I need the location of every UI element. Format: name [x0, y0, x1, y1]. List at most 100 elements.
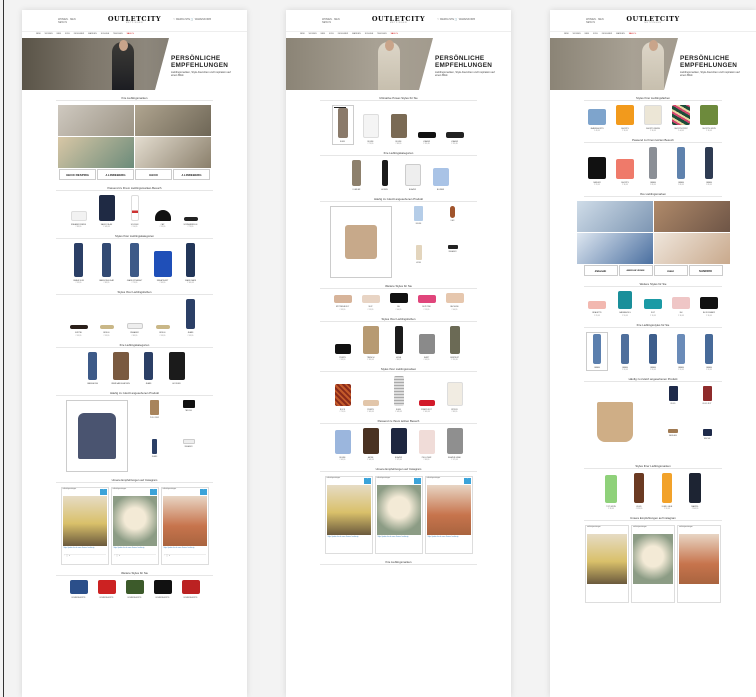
product-card[interactable]: SHIRT € 49,95 [416, 333, 438, 361]
related-product[interactable]: SANDALE [658, 428, 688, 458]
nav-item[interactable]: SCHUHE [101, 33, 109, 37]
related-product[interactable]: SNEAKER [174, 438, 204, 472]
product-card[interactable]: STRICK € 89,95 [444, 381, 466, 413]
brand-image[interactable] [58, 137, 134, 168]
product-card[interactable]: PUMPS € 99,95 [332, 343, 354, 361]
product-card[interactable]: JEANS € 89,95 [670, 147, 692, 186]
product-card[interactable]: LOAFER € 119,95 [444, 132, 466, 145]
nav-item[interactable]: NEW [36, 33, 41, 37]
nav-item[interactable]: DESIGNER [74, 33, 84, 37]
product-card[interactable]: SNEAKER WEISS € 89,95 [68, 211, 90, 228]
product-card[interactable]: TRENCH € 199,95 [360, 325, 382, 361]
product-card[interactable]: BOXERSHORTS [124, 579, 146, 599]
nav-item-sale[interactable]: SALE % [629, 33, 636, 37]
product-card[interactable]: CAP € 29,95 [152, 210, 174, 228]
product-card[interactable]: JEANS [586, 331, 608, 371]
product-card[interactable]: JEANS € 99,95 [670, 333, 692, 371]
product-card[interactable]: BH NUDE € 44,95 [444, 293, 466, 311]
nav-item[interactable]: MEN [321, 33, 325, 37]
instagram-card[interactable]: outletcitymetzingen Folgen Style Update fü… [374, 476, 423, 555]
nav-item[interactable]: TASCHEN [377, 33, 386, 37]
product-card[interactable]: BLUSE € 79,95 [360, 114, 382, 145]
product-card[interactable]: BOXERSHORTS [180, 579, 202, 599]
related-product[interactable]: BLUSE [404, 206, 434, 239]
mockup-page-men[interactable]: WOMEN · MEN NEW IN OUTLETCITY METZINGEN ♡… [22, 10, 247, 697]
product-card[interactable]: SHORTS € 39,95 [614, 105, 636, 132]
product-card[interactable]: KLEID € 129,95 [628, 472, 650, 510]
brand-image[interactable] [576, 201, 653, 233]
product-card[interactable]: JEANS € 99,95 [642, 333, 664, 371]
product-card[interactable]: SWEATSHIRT € 69,95 [152, 251, 174, 284]
related-product[interactable]: HOSE [404, 245, 434, 278]
brand-image[interactable] [135, 105, 211, 136]
brand-image[interactable] [653, 233, 730, 265]
related-product[interactable]: KLEID [658, 385, 688, 423]
product-card[interactable]: BRILLE € 59,95 [96, 325, 118, 337]
product-card[interactable]: BOXERSHORTS [68, 579, 90, 599]
follow-button[interactable]: Folgen [413, 478, 421, 485]
nav-item[interactable]: KIDS [65, 33, 70, 37]
mockup-page-women-1[interactable]: WOMEN · MEN NEW IN OUTLETCITY METZINGEN ♡… [286, 10, 511, 697]
product-card[interactable]: BADEANZUG € 59,95 [614, 291, 636, 317]
product-card[interactable]: JEANS € 99,95 [180, 299, 202, 337]
instagram-actions[interactable]: ♡ ◯ ➤ [163, 554, 206, 558]
nav-item[interactable]: MARKEN [616, 33, 625, 37]
related-product[interactable]: KLEID ROT [692, 385, 722, 423]
product-card[interactable]: JEANSSHORTS € 49,95 [586, 109, 608, 132]
category-card[interactable]: ÜBERGANGSJACKEN [110, 351, 132, 385]
header-right-links[interactable]: ♡ MERKLISTE 🛒 WARENKORB [437, 18, 475, 21]
product-card[interactable]: JEANS STRAIGHT € 79,95 [124, 243, 146, 284]
product-card[interactable]: SLIP PINK € 19,95 [416, 295, 438, 311]
mockup-page-women-2[interactable]: WOMEN · MEN NEW IN OUTLETCITY METZINGEN N… [550, 10, 756, 697]
product-card[interactable]: BH € 44,95 [388, 293, 410, 311]
related-product[interactable]: SNEAKER [438, 245, 468, 278]
brand-image[interactable] [135, 137, 211, 168]
instagram-card[interactable]: outletcitymetzingen [585, 525, 629, 604]
brand-logo-row[interactable]: Zalando AMERICAN VINTAGE mavi SANDRO [550, 265, 756, 277]
product-card[interactable]: JUMPSUIT € 119,95 [444, 325, 466, 361]
product-card[interactable]: JEANS € 99,95 [698, 333, 720, 371]
nav-item-sale[interactable]: SALE % [127, 33, 134, 37]
product-card[interactable]: MANTEL € 249,95 [684, 472, 706, 510]
product-card[interactable]: TOP GRÜN € 39,95 [600, 474, 622, 510]
brand-logo[interactable]: Zalando [583, 265, 618, 277]
nav-item[interactable]: DESIGNER [338, 33, 348, 37]
nav-item[interactable]: WOMEN [309, 33, 317, 37]
product-card[interactable]: JACKE € 149,95 [360, 428, 382, 461]
instagram-card[interactable]: outletcitymetzingen [677, 525, 721, 604]
product-card[interactable]: BOXERSHORTS [96, 579, 118, 599]
instagram-card[interactable]: outletcitymetzingen Folgen Style Update fü… [110, 486, 159, 565]
product-card[interactable]: SLIP € 19,95 [642, 299, 664, 317]
product-card[interactable]: SOCKEN € 14,95 [124, 195, 146, 228]
product-card[interactable]: SONNENBRILLE € 79,95 [180, 217, 202, 228]
product-card[interactable]: BOXERSHORTS [152, 579, 174, 599]
product-card[interactable]: PULLOVER € 89,95 [416, 430, 438, 461]
nav-item[interactable]: MEN [57, 33, 61, 37]
product-card[interactable]: PUMPS ROT € 109,95 [416, 399, 438, 413]
product-card[interactable]: JEANS € 89,95 [698, 147, 720, 186]
product-card[interactable]: JEANS DARK € 109,95 [180, 243, 202, 284]
instagram-actions[interactable]: ♡ ◯ ➤ [63, 554, 106, 558]
follow-button[interactable]: Folgen [199, 488, 207, 495]
product-card[interactable]: SHORTS GRÜN € 39,95 [698, 105, 720, 132]
instagram-card[interactable]: outletcitymetzingen Folgen Style Update fü… [160, 486, 209, 565]
product-card[interactable]: SHORTS WEISS € 39,95 [642, 105, 664, 132]
brand-logo[interactable]: mavi [653, 265, 688, 277]
category-card[interactable]: JEANSHOSE [82, 351, 104, 385]
product-card[interactable]: SHORTS € 39,95 [614, 159, 636, 186]
follow-button[interactable]: Folgen [149, 488, 157, 495]
product-card[interactable]: JEANS SLIM € 99,95 [68, 243, 90, 284]
brand-image[interactable] [653, 201, 730, 233]
hero-banner[interactable]: PERSÖNLICHE EMPFEHLUNGEN Lieblingsmarken… [550, 38, 756, 90]
brand-tiles[interactable] [22, 105, 247, 168]
brand-logo[interactable]: AMERICAN VINTAGE [618, 265, 653, 277]
recent-product-frame[interactable] [329, 206, 392, 279]
brand-image[interactable] [58, 105, 134, 136]
hero-banner[interactable]: PERSÖNLICHE EMPFEHLUNGEN Lieblingsmarken… [286, 38, 511, 90]
nav-item[interactable]: TASCHEN [113, 33, 122, 37]
product-card[interactable]: SLIP € 19,95 [360, 295, 382, 311]
nav-item[interactable]: KIDS [329, 33, 334, 37]
follow-button[interactable]: Folgen [99, 488, 107, 495]
product-card[interactable]: GÜRTEL € 39,95 [68, 325, 90, 337]
nav-item[interactable]: MEN [585, 33, 589, 37]
